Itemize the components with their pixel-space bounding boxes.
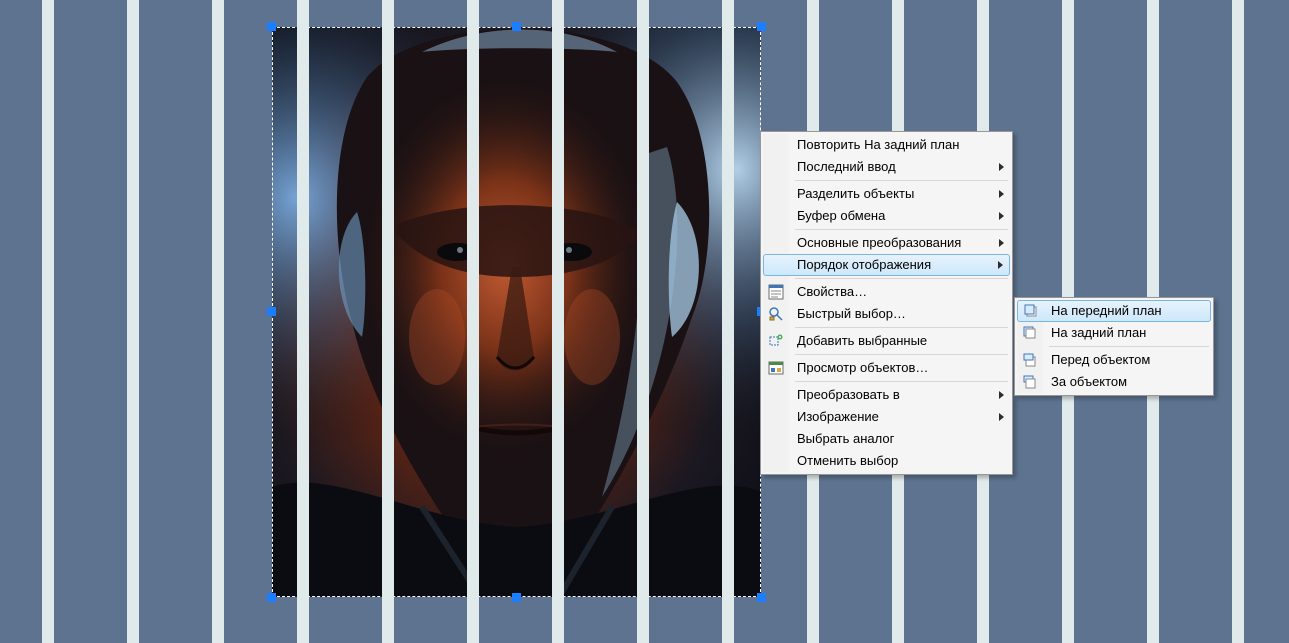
menu-item[interactable]: Изображение	[763, 406, 1010, 428]
menu-separator	[795, 354, 1008, 355]
menu-item[interactable]: Выбрать аналог	[763, 428, 1010, 450]
menu-item-label: Последний ввод	[797, 159, 896, 174]
chevron-right-icon	[999, 239, 1004, 247]
drawing-canvas[interactable]: Повторить На задний план Последний ввод Ра…	[0, 0, 1289, 643]
menu-item-label: Изображение	[797, 409, 879, 424]
menu-item[interactable]: Быстрый выбор…	[763, 303, 1010, 325]
vertical-stripe	[552, 0, 564, 643]
send-behind-icon	[1022, 374, 1038, 390]
menu-item[interactable]: Перед объектом	[1017, 349, 1211, 371]
menu-item[interactable]: Добавить выбранные	[763, 330, 1010, 352]
menu-item-label: Разделить объекты	[797, 186, 914, 201]
chevron-right-icon	[999, 163, 1004, 171]
embedded-image	[272, 27, 761, 597]
menu-item-label: Добавить выбранные	[797, 333, 927, 348]
vertical-stripe	[722, 0, 734, 643]
menu-item-label: Перед объектом	[1051, 352, 1150, 367]
menu-separator	[795, 327, 1008, 328]
properties-icon	[768, 284, 784, 300]
menu-separator	[795, 229, 1008, 230]
selection-handle-nw[interactable]	[267, 22, 276, 31]
menu-item[interactable]: Основные преобразования	[763, 232, 1010, 254]
menu-item[interactable]: За объектом	[1017, 371, 1211, 393]
menu-item[interactable]: Свойства…	[763, 281, 1010, 303]
selection-handle-ne[interactable]	[757, 22, 766, 31]
menu-item-label: Быстрый выбор…	[797, 306, 906, 321]
menu-separator	[795, 381, 1008, 382]
chevron-right-icon	[999, 391, 1004, 399]
menu-item-label: Порядок отображения	[797, 257, 931, 272]
menu-item[interactable]: Преобразовать в	[763, 384, 1010, 406]
menu-item-label: За объектом	[1051, 374, 1127, 389]
draw-order-submenu[interactable]: На передний план На задний план Перед объе…	[1014, 297, 1214, 396]
selection-handle-se[interactable]	[757, 593, 766, 602]
selected-image[interactable]	[272, 27, 761, 597]
selection-handle-w[interactable]	[267, 307, 276, 316]
send-back-icon	[1022, 325, 1038, 341]
bring-above-icon	[1022, 352, 1038, 368]
menu-item-label: Отменить выбор	[797, 453, 898, 468]
vertical-stripe	[1232, 0, 1244, 643]
add-selected-icon	[768, 333, 784, 349]
vertical-stripe	[637, 0, 649, 643]
bring-front-icon	[1023, 303, 1039, 319]
menu-item-label: На передний план	[1051, 303, 1162, 318]
menu-item[interactable]: Буфер обмена	[763, 205, 1010, 227]
menu-item[interactable]: Отменить выбор	[763, 450, 1010, 472]
menu-item[interactable]: Повторить На задний план	[763, 134, 1010, 156]
vertical-stripe	[382, 0, 394, 643]
vertical-stripe	[297, 0, 309, 643]
menu-item[interactable]: Просмотр объектов…	[763, 357, 1010, 379]
selection-handle-n[interactable]	[512, 22, 521, 31]
menu-item[interactable]: Порядок отображения	[763, 254, 1010, 276]
vertical-stripe	[127, 0, 139, 643]
menu-item[interactable]: На передний план	[1017, 300, 1211, 322]
menu-item[interactable]: Последний ввод	[763, 156, 1010, 178]
menu-item-label: Основные преобразования	[797, 235, 961, 250]
menu-item-label: Свойства…	[797, 284, 867, 299]
vertical-stripe	[42, 0, 54, 643]
menu-item-label: Повторить На задний план	[797, 137, 959, 152]
menu-item[interactable]: На задний план	[1017, 322, 1211, 344]
selection-handle-sw[interactable]	[267, 593, 276, 602]
object-browser-icon	[768, 360, 784, 376]
menu-item-label: Просмотр объектов…	[797, 360, 928, 375]
vertical-stripe	[212, 0, 224, 643]
menu-item-label: На задний план	[1051, 325, 1146, 340]
quick-select-icon	[768, 306, 784, 322]
menu-separator	[795, 278, 1008, 279]
selection-handle-s[interactable]	[512, 593, 521, 602]
chevron-right-icon	[999, 413, 1004, 421]
menu-item-label: Преобразовать в	[797, 387, 900, 402]
vertical-stripe	[467, 0, 479, 643]
context-menu[interactable]: Повторить На задний план Последний ввод Ра…	[760, 131, 1013, 475]
menu-separator	[1049, 346, 1209, 347]
menu-item-label: Буфер обмена	[797, 208, 885, 223]
chevron-right-icon	[999, 190, 1004, 198]
menu-separator	[795, 180, 1008, 181]
menu-item-label: Выбрать аналог	[797, 431, 894, 446]
menu-item[interactable]: Разделить объекты	[763, 183, 1010, 205]
chevron-right-icon	[999, 212, 1004, 220]
chevron-right-icon	[998, 261, 1003, 269]
